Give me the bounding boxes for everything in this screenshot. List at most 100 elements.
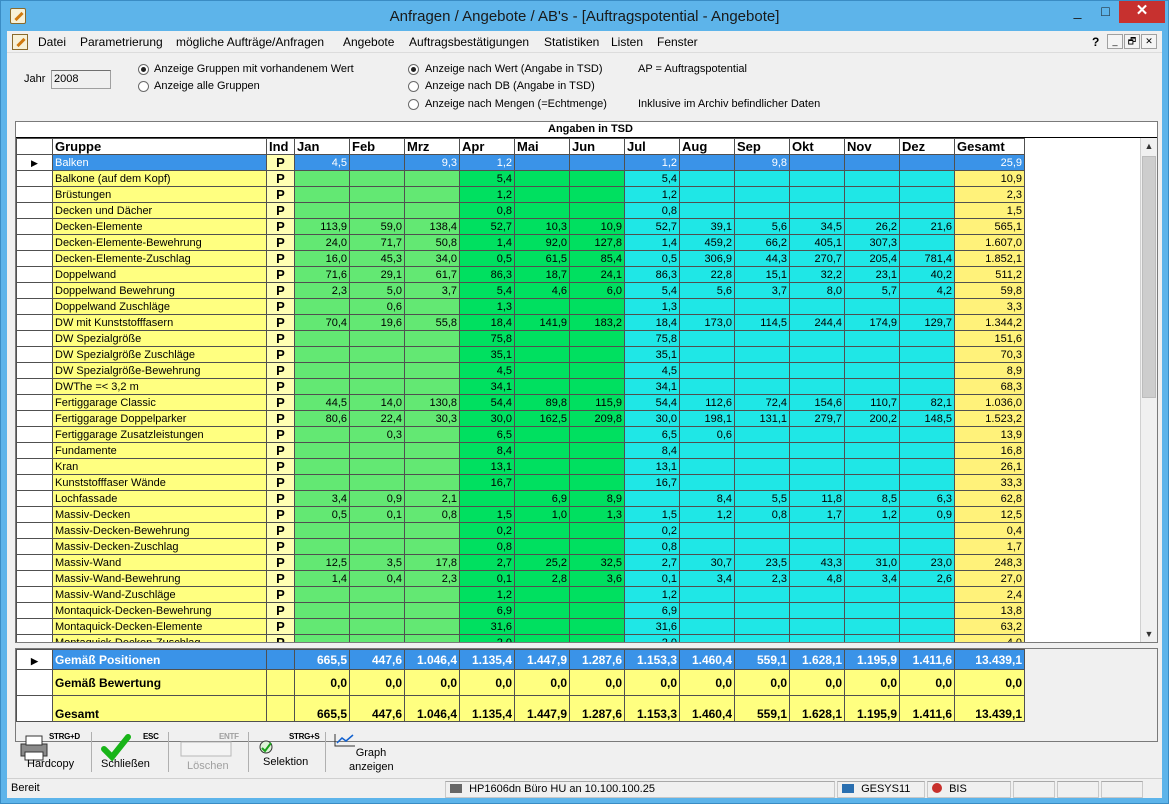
header-gruppe[interactable]: Gruppe bbox=[52, 138, 267, 155]
cell-value[interactable]: 61,7 bbox=[404, 266, 460, 283]
cell-value[interactable]: 405,1 bbox=[789, 234, 845, 251]
cell-value[interactable] bbox=[294, 202, 350, 219]
table-row[interactable]: Montaquick-Decken-Elemente P 31,6 31,6 63,2 bbox=[16, 618, 1025, 635]
cell-value[interactable] bbox=[569, 186, 625, 203]
cell-value[interactable] bbox=[789, 378, 845, 395]
table-row[interactable]: Doppelwand Zuschläge P 0,6 1,3 1,3 3,3 bbox=[16, 298, 1025, 315]
cell-value[interactable]: 54,4 bbox=[624, 394, 680, 411]
row-pointer[interactable] bbox=[16, 669, 53, 696]
cell-gruppe[interactable]: Fertiggarage Zusatzleistungen bbox=[52, 426, 267, 443]
cell-value[interactable] bbox=[679, 442, 735, 459]
cell-value[interactable] bbox=[734, 202, 790, 219]
cell-value[interactable] bbox=[679, 298, 735, 315]
row-pointer[interactable] bbox=[16, 506, 53, 523]
cell-value[interactable]: 34,1 bbox=[459, 378, 515, 395]
cell-value[interactable] bbox=[349, 186, 405, 203]
table-row[interactable]: Decken-Elemente P 113,9 59,0 138,4 52,7 10,3 10… bbox=[16, 218, 1025, 235]
cell-value[interactable] bbox=[734, 586, 790, 603]
cell-value[interactable]: 0,8 bbox=[624, 202, 680, 219]
row-pointer[interactable] bbox=[16, 394, 53, 411]
cell-value[interactable] bbox=[294, 586, 350, 603]
cell-value[interactable]: 3,7 bbox=[734, 282, 790, 299]
cell-value[interactable] bbox=[679, 458, 735, 475]
row-pointer[interactable] bbox=[16, 282, 53, 299]
cell-value[interactable]: 85,4 bbox=[569, 250, 625, 267]
table-row[interactable]: Balkone (auf dem Kopf) P 5,4 5,4 10,9 bbox=[16, 170, 1025, 187]
cell-value[interactable]: 130,8 bbox=[404, 394, 460, 411]
cell-value[interactable]: 127,8 bbox=[569, 234, 625, 251]
cell-value[interactable]: 5,7 bbox=[844, 282, 900, 299]
row-pointer[interactable] bbox=[16, 250, 53, 267]
cell-value[interactable] bbox=[404, 634, 460, 642]
cell-value[interactable] bbox=[514, 186, 570, 203]
cell-ind[interactable]: P bbox=[266, 474, 295, 491]
cell-gruppe[interactable]: DW Spezialgröße-Bewehrung bbox=[52, 362, 267, 379]
menu-moegliche-auftraege[interactable]: mögliche Aufträge/Anfragen bbox=[176, 35, 324, 49]
table-row[interactable]: Massiv-Decken-Bewehrung P 0,2 0,2 0,4 bbox=[16, 522, 1025, 539]
cell-value[interactable] bbox=[899, 538, 955, 555]
cell-value[interactable] bbox=[349, 618, 405, 635]
cell-value[interactable]: 0,2 bbox=[459, 522, 515, 539]
cell-value[interactable]: 307,3 bbox=[844, 234, 900, 251]
cell-value[interactable]: 4,6 bbox=[514, 282, 570, 299]
cell-value[interactable]: 8,0 bbox=[789, 282, 845, 299]
cell-ind[interactable]: P bbox=[266, 346, 295, 363]
cell-ind[interactable]: P bbox=[266, 202, 295, 219]
cell-value[interactable]: 3,4 bbox=[844, 570, 900, 587]
cell-value[interactable]: 154,6 bbox=[789, 394, 845, 411]
cell-value[interactable] bbox=[844, 378, 900, 395]
menu-fenster[interactable]: Fenster bbox=[657, 35, 698, 49]
cell-value[interactable] bbox=[899, 362, 955, 379]
cell-value[interactable] bbox=[789, 586, 845, 603]
cell-value[interactable] bbox=[514, 538, 570, 555]
menu-datei[interactable]: Datei bbox=[38, 35, 66, 49]
cell-value[interactable]: 3,7 bbox=[404, 282, 460, 299]
cell-gruppe[interactable]: Decken und Dächer bbox=[52, 202, 267, 219]
cell-value[interactable]: 0,5 bbox=[459, 250, 515, 267]
row-pointer[interactable] bbox=[16, 234, 53, 251]
cell-value[interactable] bbox=[899, 378, 955, 395]
table-row[interactable]: Fundamente P 8,4 8,4 16,8 bbox=[16, 442, 1025, 459]
cell-value[interactable]: 10,9 bbox=[569, 218, 625, 235]
cell-value[interactable]: 1.344,2 bbox=[954, 314, 1025, 331]
cell-ind[interactable]: P bbox=[266, 266, 295, 283]
cell-value[interactable]: 13,1 bbox=[459, 458, 515, 475]
cell-value[interactable] bbox=[899, 202, 955, 219]
radio-by-quantity[interactable] bbox=[408, 99, 419, 110]
table-row[interactable]: Decken und Dächer P 0,8 0,8 1,5 bbox=[16, 202, 1025, 219]
cell-value[interactable] bbox=[789, 426, 845, 443]
cell-value[interactable]: 9,8 bbox=[734, 154, 790, 171]
cell-value[interactable]: 27,0 bbox=[954, 570, 1025, 587]
cell-value[interactable]: 5,0 bbox=[349, 282, 405, 299]
cell-value[interactable] bbox=[679, 346, 735, 363]
cell-value[interactable] bbox=[899, 426, 955, 443]
row-pointer[interactable] bbox=[16, 570, 53, 587]
cell-value[interactable]: 1,4 bbox=[294, 570, 350, 587]
cell-value[interactable]: 86,3 bbox=[624, 266, 680, 283]
cell-value[interactable] bbox=[899, 330, 955, 347]
cell-value[interactable] bbox=[679, 602, 735, 619]
cell-ind[interactable]: P bbox=[266, 186, 295, 203]
cell-value[interactable] bbox=[514, 426, 570, 443]
cell-value[interactable]: 59,8 bbox=[954, 282, 1025, 299]
cell-value[interactable]: 270,7 bbox=[789, 250, 845, 267]
cell-value[interactable]: 30,0 bbox=[624, 410, 680, 427]
cell-ind[interactable]: P bbox=[266, 218, 295, 235]
cell-value[interactable]: 23,5 bbox=[734, 554, 790, 571]
cell-value[interactable]: 2,7 bbox=[459, 554, 515, 571]
cell-value[interactable]: 5,6 bbox=[679, 282, 735, 299]
cell-value[interactable]: 4,5 bbox=[459, 362, 515, 379]
cell-value[interactable]: 205,4 bbox=[844, 250, 900, 267]
cell-value[interactable]: 4,2 bbox=[899, 282, 955, 299]
table-row[interactable]: Fertiggarage Zusatzleistungen P 0,3 6,5 6,5 0… bbox=[16, 426, 1025, 443]
cell-value[interactable] bbox=[349, 586, 405, 603]
cell-value[interactable]: 3,4 bbox=[294, 490, 350, 507]
cell-value[interactable] bbox=[789, 330, 845, 347]
cell-value[interactable]: 35,1 bbox=[624, 346, 680, 363]
cell-value[interactable] bbox=[844, 442, 900, 459]
cell-value[interactable] bbox=[514, 602, 570, 619]
cell-value[interactable] bbox=[844, 538, 900, 555]
cell-gruppe[interactable]: Montaquick-Decken-Zuschlag bbox=[52, 634, 267, 642]
cell-gruppe[interactable]: Lochfassade bbox=[52, 490, 267, 507]
menu-angebote[interactable]: Angebote bbox=[343, 35, 394, 49]
